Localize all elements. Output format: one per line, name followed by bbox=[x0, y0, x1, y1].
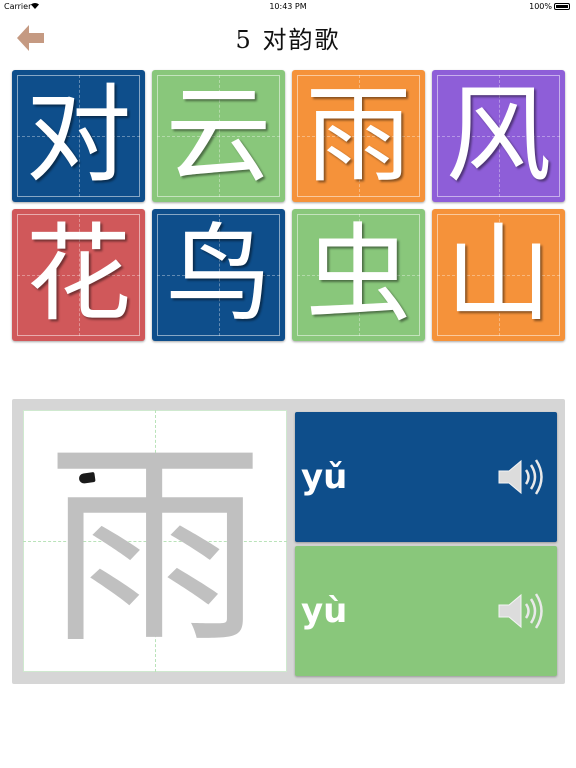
status-bar: Carrier 10:43 PM 100% bbox=[0, 0, 576, 14]
tile-character: 雨 bbox=[305, 74, 412, 197]
stroke-order-canvas[interactable]: 雨 bbox=[23, 410, 287, 672]
tile-character: 鸟 bbox=[165, 213, 272, 336]
speaker-icon[interactable] bbox=[497, 591, 547, 631]
tile-character: 对 bbox=[25, 74, 132, 197]
character-tile[interactable]: 对 bbox=[12, 70, 145, 202]
battery-percent: 100% bbox=[529, 2, 552, 11]
speaker-icon[interactable] bbox=[497, 457, 547, 497]
character-tile[interactable]: 山 bbox=[432, 209, 565, 341]
tile-character: 虫 bbox=[305, 213, 412, 336]
tile-character: 风 bbox=[445, 74, 552, 197]
character-tile[interactable]: 花 bbox=[12, 209, 145, 341]
pronunciation-card[interactable]: yù bbox=[295, 546, 557, 676]
detail-character: 雨 bbox=[46, 421, 264, 674]
tile-character: 花 bbox=[25, 213, 132, 336]
status-time: 10:43 PM bbox=[269, 2, 307, 11]
character-tile[interactable]: 鸟 bbox=[152, 209, 285, 341]
character-grid: 对云雨风花鸟虫山 bbox=[12, 70, 565, 342]
tile-character: 山 bbox=[445, 213, 552, 336]
character-tile[interactable]: 雨 bbox=[292, 70, 425, 202]
character-detail-panel: 雨 yǔ yù bbox=[12, 399, 565, 684]
character-tile[interactable]: 风 bbox=[432, 70, 565, 202]
tile-character: 云 bbox=[165, 74, 272, 197]
page-title: 5 对韵歌 bbox=[235, 26, 341, 54]
pronunciation-card[interactable]: yǔ bbox=[295, 412, 557, 542]
character-tile[interactable]: 云 bbox=[152, 70, 285, 202]
pinyin-label: yǔ bbox=[301, 457, 348, 497]
battery-icon bbox=[554, 3, 570, 10]
pinyin-label: yù bbox=[301, 591, 348, 631]
character-tile[interactable]: 虫 bbox=[292, 209, 425, 341]
